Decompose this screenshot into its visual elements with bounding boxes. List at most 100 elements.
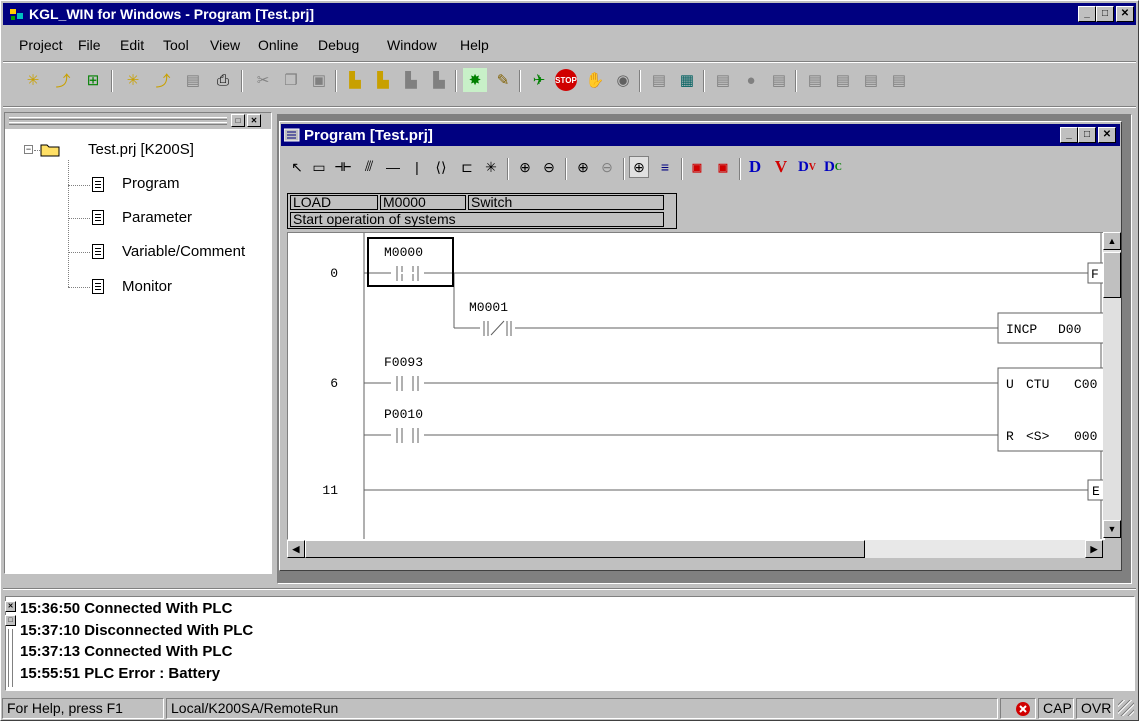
child-minimize-button[interactable]: _ [1060, 127, 1078, 143]
counter-reset-label: R [1006, 429, 1014, 444]
grip-bar[interactable] [7, 629, 9, 687]
run-icon[interactable]: ✈ [527, 68, 551, 92]
replace-icon[interactable]: ▤ [887, 68, 911, 92]
delete-icon[interactable]: ▤ [831, 68, 855, 92]
message-close-icon[interactable]: ✕ [5, 601, 16, 612]
dv-letter: D [797, 158, 809, 175]
horizontal-line-icon[interactable]: — [383, 156, 403, 178]
download-icon[interactable]: ▣ [713, 156, 733, 178]
zoom-in-icon[interactable]: ⊕ [515, 156, 535, 178]
connect-icon[interactable]: ✸ [463, 68, 487, 92]
size-grip[interactable] [1103, 540, 1121, 558]
next-icon[interactable]: ▤ [767, 68, 791, 92]
screen-icon[interactable]: ▦ [675, 68, 699, 92]
message-restore-icon[interactable]: □ [5, 615, 16, 626]
save-file-icon[interactable]: ▤ [181, 68, 205, 92]
compile-all-icon[interactable]: ▙ [371, 68, 395, 92]
tree-item-program[interactable]: Program [122, 175, 180, 192]
hscroll-thumb[interactable] [305, 540, 865, 558]
stop-icon[interactable]: STOP [555, 69, 577, 91]
compile-icon[interactable]: ▙ [343, 68, 367, 92]
select-arrow-icon[interactable]: ↖ [287, 156, 307, 178]
panel-close-button[interactable]: ✕ [247, 114, 261, 127]
title-bar[interactable]: KGL_WIN for Windows - Program [Test.prj]… [3, 3, 1136, 25]
no-contact-icon[interactable]: ⊣⊢ [333, 156, 353, 178]
child-maximize-button[interactable]: □ [1078, 127, 1096, 143]
nc-contact-icon[interactable]: ⫻ [359, 156, 379, 178]
grip-bar[interactable] [9, 122, 227, 125]
menu-bar: Project File Edit Tool View Online Debug… [3, 37, 1136, 59]
tree-item-variable-comment[interactable]: Variable/Comment [122, 243, 245, 260]
make-icon[interactable]: ▙ [399, 68, 423, 92]
close-button[interactable]: ✕ [1116, 6, 1134, 22]
paste-icon[interactable]: ▣ [307, 68, 331, 92]
comment-icon[interactable]: ≡ [655, 156, 675, 178]
cut-icon[interactable]: ✂ [251, 68, 275, 92]
prev-icon[interactable]: ● [739, 68, 763, 92]
zoom-out-alt-icon[interactable]: ⊖ [597, 156, 617, 178]
monitor-icon[interactable]: ◉ [611, 68, 635, 92]
zoom-in-alt-icon[interactable]: ⊕ [573, 156, 593, 178]
vertical-scrollbar[interactable]: ▲ ▼ [1103, 232, 1121, 538]
save-project-icon[interactable]: ⊞ [81, 68, 105, 92]
pause-icon[interactable]: ✋ [583, 68, 607, 92]
tree-item-monitor[interactable]: Monitor [122, 278, 172, 295]
tree-line [68, 287, 90, 288]
child-close-button[interactable]: ✕ [1098, 127, 1116, 143]
horizontal-scrollbar[interactable]: ◀ ▶ [287, 540, 1103, 558]
invert-icon[interactable]: ✳ [481, 156, 501, 178]
scroll-down-arrow-icon[interactable]: ▼ [1103, 520, 1121, 538]
message-line: 15:36:50 Connected With PLC [20, 600, 233, 617]
open-file-icon[interactable]: ⤴ [151, 68, 175, 92]
insert-icon[interactable]: ▤ [803, 68, 827, 92]
device-comment-button[interactable]: DC [823, 156, 843, 178]
function-box-icon[interactable]: ⊏ [457, 156, 477, 178]
scroll-list-icon[interactable]: ▤ [711, 68, 735, 92]
menu-help[interactable]: Help [460, 37, 489, 53]
menu-debug[interactable]: Debug [318, 37, 359, 53]
menu-online[interactable]: Online [258, 37, 298, 53]
coil-icon[interactable]: ⟨⟩ [431, 156, 451, 178]
new-file-icon[interactable]: ✳ [121, 68, 145, 92]
zoom-out-icon[interactable]: ⊖ [539, 156, 559, 178]
tree-root-label[interactable]: Test.prj [K200S] [88, 141, 194, 158]
grip-bar[interactable] [9, 117, 227, 120]
menu-window[interactable]: Window [387, 37, 437, 53]
step-icon[interactable]: ▤ [647, 68, 671, 92]
counter-value: 000 [1074, 429, 1097, 444]
append-icon[interactable]: ▤ [859, 68, 883, 92]
menu-view[interactable]: View [210, 37, 240, 53]
step-label: 11 [322, 483, 338, 498]
maximize-button[interactable]: □ [1096, 6, 1114, 22]
build-icon[interactable]: ▙ [427, 68, 451, 92]
menu-project[interactable]: Project [19, 37, 63, 53]
scroll-up-arrow-icon[interactable]: ▲ [1103, 232, 1121, 250]
menu-tool[interactable]: Tool [163, 37, 189, 53]
scroll-left-arrow-icon[interactable]: ◀ [287, 540, 305, 558]
device-view-button[interactable]: D [745, 156, 765, 178]
panel-restore-button[interactable]: □ [231, 114, 245, 127]
variable-view-button[interactable]: V [771, 156, 791, 178]
grip-bar[interactable] [11, 629, 13, 687]
tree-item-parameter[interactable]: Parameter [122, 209, 192, 226]
window-size-grip[interactable] [1118, 700, 1134, 716]
print-icon[interactable]: ⎙ [211, 68, 235, 92]
open-project-icon[interactable]: ⤴ [51, 68, 75, 92]
collapse-toggle[interactable]: − [24, 145, 33, 154]
minimize-button[interactable]: _ [1078, 6, 1096, 22]
write-icon[interactable]: ✎ [491, 68, 515, 92]
child-title-bar[interactable]: Program [Test.prj] _ □ ✕ [281, 124, 1120, 146]
new-project-icon[interactable]: ✳ [21, 68, 45, 92]
scroll-thumb[interactable] [1103, 252, 1121, 298]
rect-tool-icon[interactable]: ▭ [309, 156, 329, 178]
copy-icon[interactable]: ❐ [279, 68, 303, 92]
menu-edit[interactable]: Edit [120, 37, 144, 53]
message-line: 15:37:10 Disconnected With PLC [20, 622, 254, 639]
zoom-fit-icon[interactable]: ⊕ [629, 156, 649, 178]
vertical-line-icon[interactable]: | [407, 156, 427, 178]
ladder-canvas[interactable]: 0 6 11 M0000 M0001 F0093 P0010 INCP D00 … [287, 232, 1105, 540]
upload-icon[interactable]: ▣ [687, 156, 707, 178]
scroll-right-arrow-icon[interactable]: ▶ [1085, 540, 1103, 558]
menu-file[interactable]: File [78, 37, 101, 53]
device-variable-button[interactable]: DV [797, 156, 817, 178]
